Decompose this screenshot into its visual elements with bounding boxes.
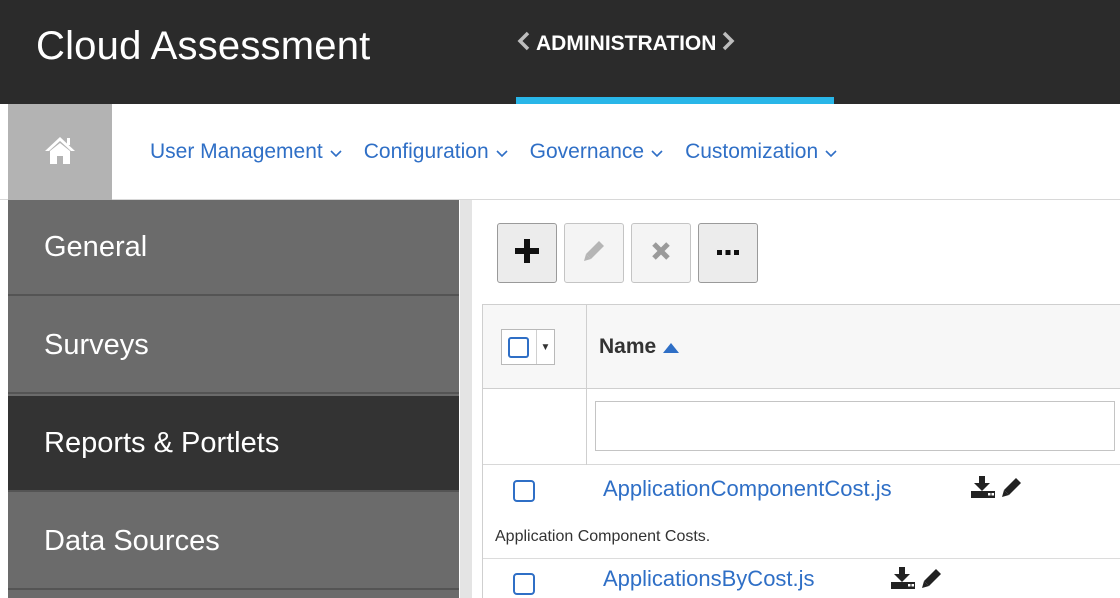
name-column-label[interactable]: Name [599, 335, 656, 359]
pencil-icon [581, 238, 607, 269]
chevron-down-icon [825, 140, 837, 164]
download-icon[interactable] [891, 567, 915, 594]
nav-menu: User Management Configuration Governance… [150, 140, 859, 164]
module-label[interactable]: ADMINISTRATION [536, 32, 716, 56]
filter-row [483, 389, 1120, 465]
select-all-cell: ▼ [483, 305, 587, 389]
file-name-link[interactable]: ApplicationComponentCost.js [603, 476, 892, 502]
nav-item-user-management[interactable]: User Management [150, 140, 342, 164]
sidebar-item-label: General [44, 230, 148, 263]
x-icon [650, 240, 672, 267]
nav-item-governance[interactable]: Governance [530, 140, 663, 164]
plus-icon [514, 238, 540, 269]
home-icon [44, 135, 76, 170]
top-header: Cloud Assessment ADMINISTRATION [0, 0, 1120, 104]
sort-ascending-icon [663, 335, 680, 359]
table-row: ApplicationComponentCost.js Application … [483, 466, 1120, 558]
sidebar-item-general[interactable]: General [8, 200, 459, 296]
pencil-icon[interactable] [921, 567, 943, 594]
app-title: Cloud Assessment [36, 24, 371, 68]
home-button[interactable] [8, 104, 112, 200]
row-checkbox[interactable] [513, 480, 535, 502]
row-checkbox[interactable] [513, 573, 535, 595]
nav-item-label[interactable]: Governance [530, 140, 644, 164]
download-icon[interactable] [971, 476, 995, 503]
nav-item-label[interactable]: Customization [685, 140, 818, 164]
module-switcher[interactable]: ADMINISTRATION [517, 31, 735, 57]
ellipsis-icon [716, 244, 740, 262]
caret-down-icon[interactable]: ▼ [536, 330, 554, 364]
more-actions-button[interactable] [698, 223, 758, 283]
chevron-down-icon [651, 140, 663, 164]
chevron-down-icon [496, 140, 508, 164]
name-column-header[interactable]: Name [599, 335, 680, 359]
grid-header: ▼ Name [483, 305, 1120, 389]
sidebar-item-label: Data Sources [44, 524, 220, 557]
main-content: ▼ Name ApplicationComponentCost.js Appli… [460, 200, 1120, 598]
select-all-combo[interactable]: ▼ [501, 329, 555, 365]
sidebar-item-data-sources[interactable]: Data Sources [8, 494, 459, 590]
chevron-down-icon [330, 140, 342, 164]
delete-button[interactable] [631, 223, 691, 283]
module-active-indicator [516, 97, 834, 104]
filter-spacer [483, 389, 587, 465]
nav-item-label[interactable]: Configuration [364, 140, 489, 164]
name-filter-input[interactable] [595, 401, 1115, 451]
sidebar-item-surveys[interactable]: Surveys [8, 298, 459, 394]
sidebar-item-reports-portlets[interactable]: Reports & Portlets [8, 396, 459, 492]
chevron-right-icon[interactable] [722, 31, 735, 57]
nav-item-customization[interactable]: Customization [685, 140, 837, 164]
select-all-checkbox[interactable] [508, 336, 529, 358]
chevron-left-icon[interactable] [517, 31, 530, 57]
edit-button[interactable] [564, 223, 624, 283]
sidebar-item-label: Surveys [44, 328, 149, 361]
nav-item-configuration[interactable]: Configuration [364, 140, 508, 164]
sidebar-item-label: Reports & Portlets [44, 426, 280, 459]
admin-sidebar: General Surveys Reports & Portlets Data … [8, 200, 459, 598]
reports-grid: ▼ Name ApplicationComponentCost.js Appli… [482, 304, 1120, 598]
add-button[interactable] [497, 223, 557, 283]
pencil-icon[interactable] [1001, 476, 1023, 503]
file-name-link[interactable]: ApplicationsByCost.js [603, 566, 815, 592]
grid-toolbar [472, 200, 1120, 304]
main-nav: User Management Configuration Governance… [0, 104, 1120, 200]
row-description: Application Component Costs. [495, 528, 711, 545]
nav-item-label[interactable]: User Management [150, 140, 323, 164]
table-row: ApplicationsByCost.js [483, 559, 1120, 598]
